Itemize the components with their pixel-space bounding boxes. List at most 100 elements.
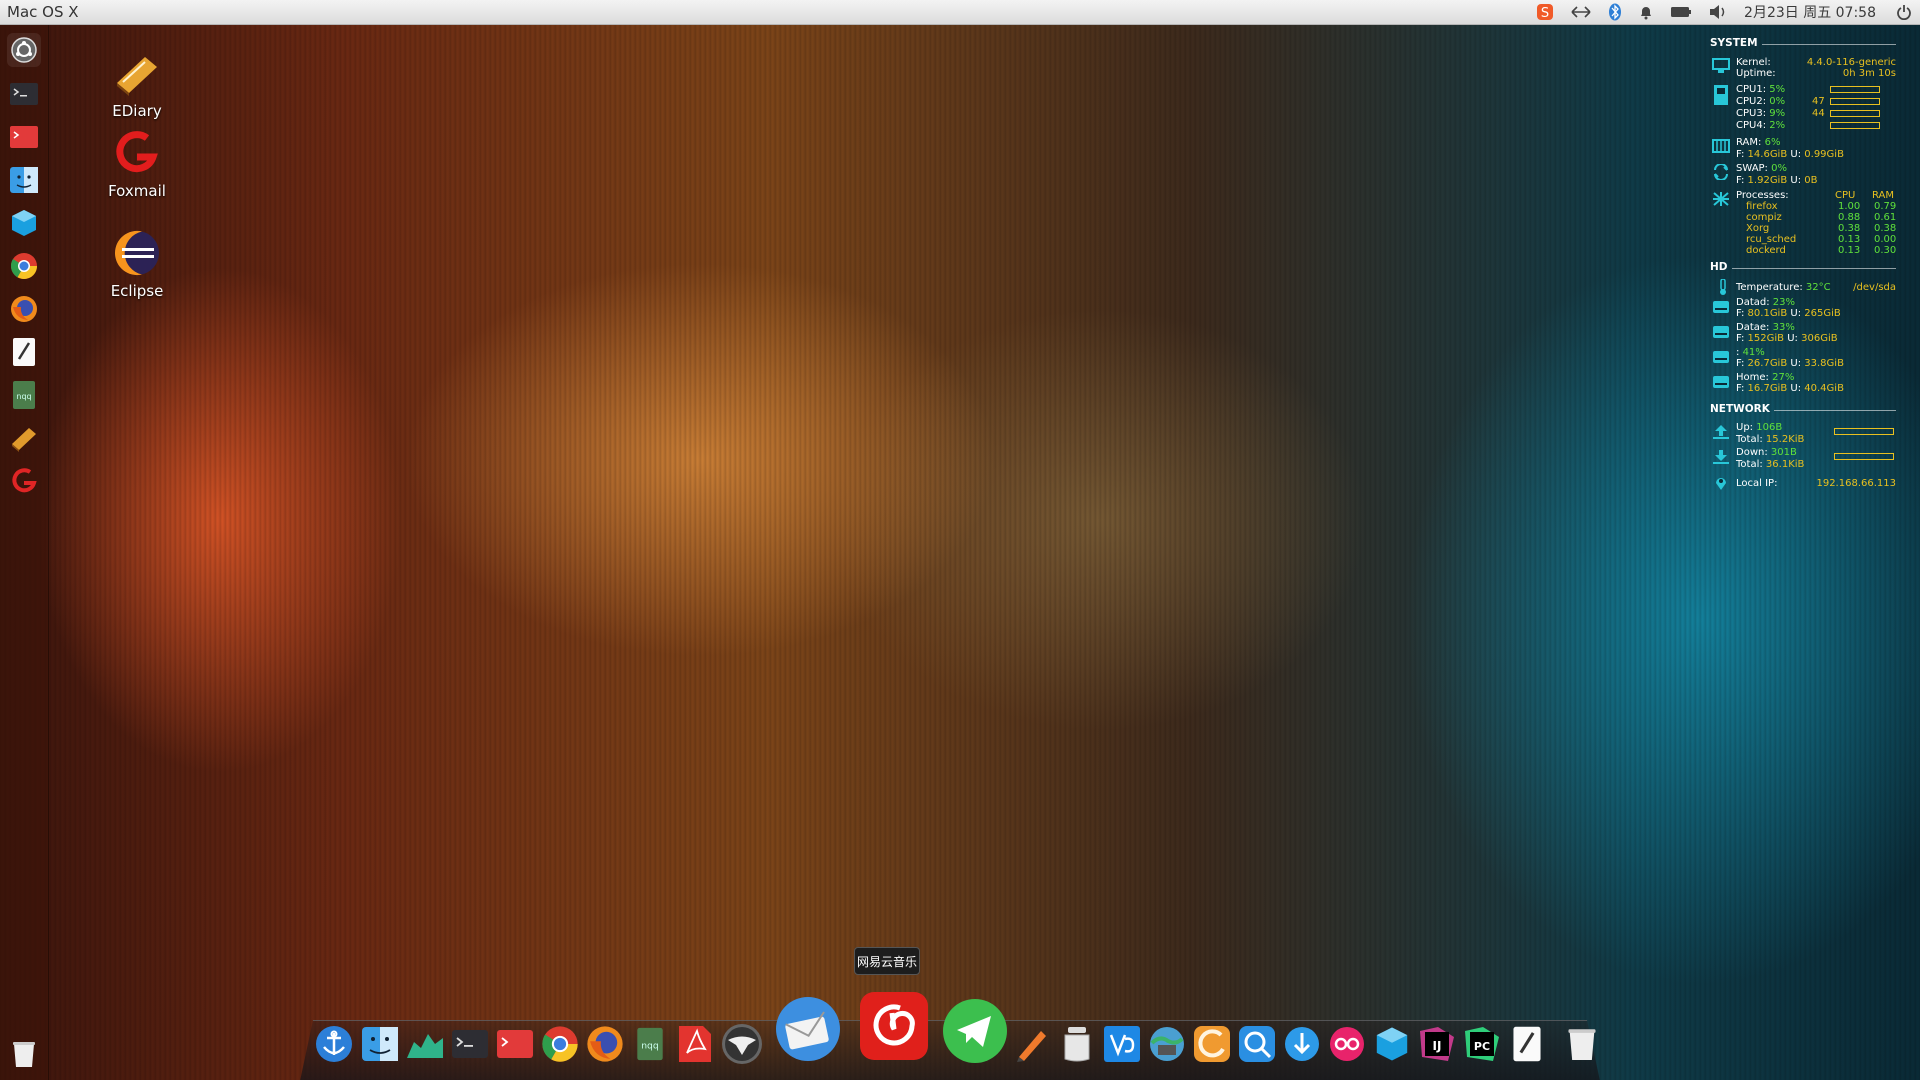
system-heading-label: SYSTEM <box>1710 37 1758 49</box>
svg-text:nqq: nqq <box>16 392 31 401</box>
ediary-icon[interactable] <box>7 421 41 455</box>
cpu4-value: 2% <box>1769 120 1786 131</box>
thunderbird-icon[interactable] <box>772 993 844 1065</box>
clock[interactable]: 2月23日 周五 07:58 <box>1736 0 1888 24</box>
swap-used: 0B <box>1804 175 1818 186</box>
cpu2-label: CPU2: <box>1736 96 1767 107</box>
chrome-icon[interactable] <box>7 249 41 283</box>
disk-icon <box>1713 301 1729 313</box>
download-icon[interactable] <box>1282 1024 1322 1064</box>
desktop-icon-foxmail[interactable]: Foxmail <box>82 126 192 200</box>
dock-tooltip: 网易云音乐 <box>854 947 920 975</box>
cpu2-bar <box>1830 98 1880 105</box>
disk-row: Datae: 33% <box>1736 322 1795 333</box>
download-icon <box>1713 450 1729 464</box>
disk-detail: F: 152GiB U: 306GiB <box>1736 333 1838 344</box>
ubuntu-dash-icon[interactable] <box>7 33 41 67</box>
disk-row: Home: 27% <box>1736 372 1794 383</box>
system-monitor-icon[interactable] <box>405 1024 445 1064</box>
upload-label: Up: <box>1736 422 1754 433</box>
disk-free-label: F: <box>1736 383 1745 394</box>
battery-icon[interactable] <box>1662 0 1700 24</box>
swap-used-label: U: <box>1790 175 1802 186</box>
swap-row: SWAP: 0% <box>1736 163 1787 174</box>
upload-total: Total: 15.2KiB <box>1736 434 1804 445</box>
ram-free-label: F: <box>1736 149 1745 160</box>
trash-icon[interactable] <box>1562 1024 1602 1064</box>
sublime-icon[interactable] <box>1192 1024 1232 1064</box>
finder-icon[interactable] <box>7 163 41 197</box>
text-editor-icon[interactable] <box>1507 1024 1547 1064</box>
ediary-icon <box>110 46 164 100</box>
chrome-icon[interactable] <box>540 1024 580 1064</box>
terminal-icon[interactable] <box>450 1024 490 1064</box>
desktop-icon-ediary[interactable]: EDiary <box>82 46 192 120</box>
virtualbox-icon[interactable] <box>7 206 41 240</box>
pdf-reader-icon[interactable] <box>675 1024 715 1064</box>
nqq-notepad-icon[interactable]: nqq <box>7 378 41 412</box>
desktop-icon-label: Eclipse <box>110 282 164 300</box>
processes-ram-col: RAM <box>1872 190 1895 201</box>
disk-detail: F: 26.7GiB U: 33.8GiB <box>1736 358 1844 369</box>
volume-icon[interactable] <box>1700 0 1736 24</box>
intellij-icon[interactable]: IJ <box>1417 1024 1457 1064</box>
flickr-icon[interactable] <box>1327 1024 1367 1064</box>
eagle-icon[interactable] <box>720 1022 764 1066</box>
cpu1-bar <box>1830 86 1880 93</box>
pencil-icon[interactable] <box>1012 1024 1052 1064</box>
cpu2-temp: 47 <box>1812 96 1825 107</box>
power-icon[interactable] <box>1888 0 1920 24</box>
vscode-icon[interactable] <box>1102 1024 1142 1064</box>
notification-bell-icon[interactable] <box>1630 0 1662 24</box>
disk-row: Datad: 23% <box>1736 297 1795 308</box>
cpu3-temp: 44 <box>1812 108 1825 119</box>
terminal-icon[interactable] <box>7 77 41 111</box>
anchor-icon[interactable] <box>314 1024 354 1064</box>
swap-free: 1.92GiB <box>1747 175 1788 186</box>
disk-pct: 27% <box>1772 372 1795 383</box>
download-value: 301B <box>1770 447 1797 458</box>
terminal-red-icon[interactable] <box>495 1024 535 1064</box>
finder-icon[interactable] <box>360 1024 400 1064</box>
firefox-icon[interactable] <box>7 292 41 326</box>
bluetooth-icon[interactable] <box>1600 0 1630 24</box>
uptime-label: Uptime: <box>1736 68 1776 79</box>
disk-used: 33.8GiB <box>1804 358 1844 369</box>
disk-free: 152GiB <box>1747 333 1785 344</box>
nqq-notepad-icon[interactable]: nqq <box>630 1024 670 1064</box>
disk-free: 16.7GiB <box>1747 383 1788 394</box>
network-globe-icon[interactable] <box>1147 1024 1187 1064</box>
disk-free-label: F: <box>1736 358 1745 369</box>
swap-value: 0% <box>1771 163 1787 174</box>
cpu3-label: CPU3: <box>1736 108 1767 119</box>
disk-row: : 41% <box>1736 347 1765 358</box>
network-arrows-icon[interactable] <box>1562 0 1600 24</box>
terminal-red-icon[interactable] <box>7 120 41 154</box>
desktop-icon-eclipse[interactable]: Eclipse <box>82 226 192 300</box>
thermometer-icon <box>1720 279 1726 295</box>
edge-browser-icon[interactable] <box>1237 1024 1277 1064</box>
sogou-input-icon[interactable]: S <box>1528 0 1562 24</box>
virtualbox-icon[interactable] <box>1372 1024 1412 1064</box>
disk-used-label: U: <box>1790 308 1802 319</box>
disk-pct: 23% <box>1772 297 1796 308</box>
local-ip-label: Local IP: <box>1736 478 1778 489</box>
trash-icon[interactable] <box>7 1037 41 1071</box>
disk-used: 40.4GiB <box>1804 383 1844 394</box>
network-heading-label: NETWORK <box>1710 403 1770 415</box>
swap-detail: F: 1.92GiB U: 0B <box>1736 175 1818 186</box>
svg-text:IJ: IJ <box>1433 1039 1442 1053</box>
text-editor-icon[interactable] <box>7 335 41 369</box>
hd-heading: HD <box>1710 262 1896 273</box>
telegram-icon[interactable] <box>940 996 1010 1066</box>
netease-music-icon[interactable] <box>858 990 930 1062</box>
cpu3-bar <box>1830 110 1880 117</box>
firefox-icon[interactable] <box>585 1024 625 1064</box>
svg-text:nqq: nqq <box>641 1041 659 1052</box>
ram-value: 6% <box>1764 137 1781 148</box>
jar-icon[interactable] <box>1057 1024 1097 1064</box>
foxmail-icon[interactable] <box>7 464 41 498</box>
ram-icon <box>1712 139 1730 153</box>
pycharm-icon[interactable]: PC <box>1462 1024 1502 1064</box>
indicator-area: S 2月23日 周五 07:58 <box>1528 0 1920 24</box>
